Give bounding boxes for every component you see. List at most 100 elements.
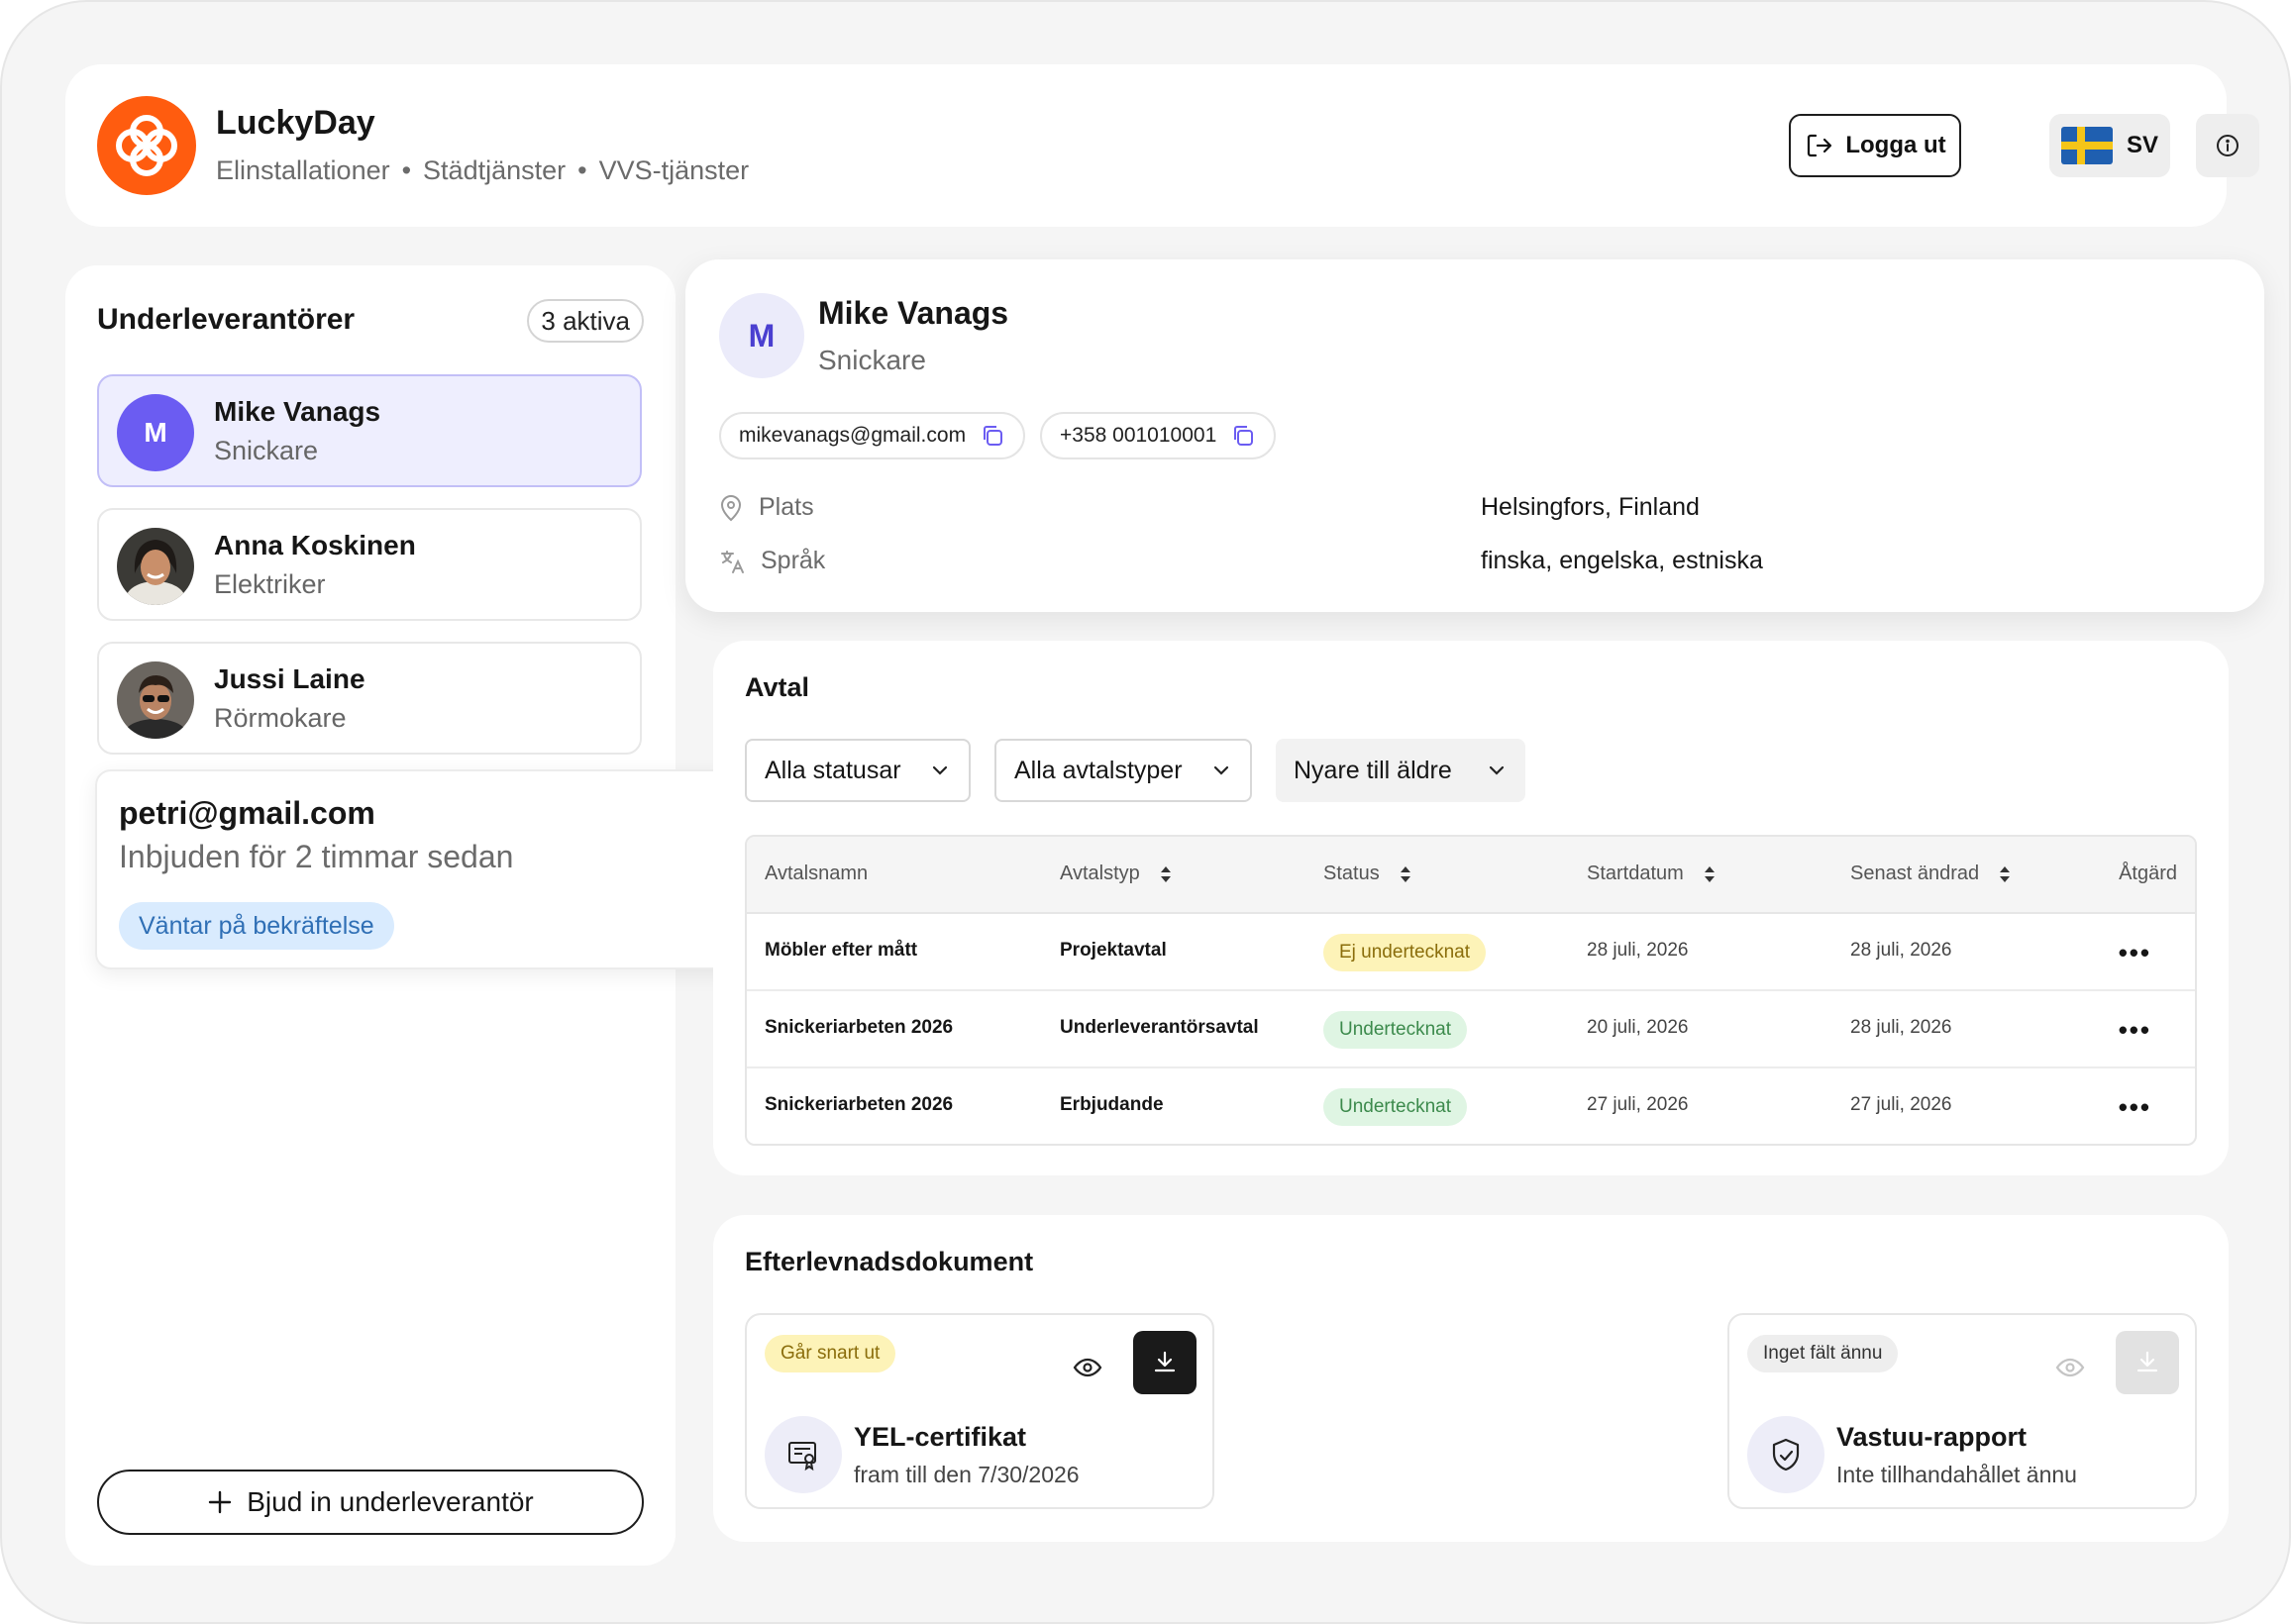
start-date: 20 juli, 2026: [1587, 1017, 1689, 1038]
app-frame: LuckyDay Elinstallationer • Städtjänster • V…: [0, 0, 2291, 1624]
agreement-name: Snickeriarbeten 2026: [765, 1017, 954, 1038]
email-chip[interactable]: mikevanags@gmail.com: [719, 412, 1026, 459]
start-date: 28 juli, 2026: [1587, 940, 1689, 961]
column-header[interactable]: Senast ändrad: [1850, 863, 2011, 885]
document-card-vastuu: Inget fält ännu Vastuu-rapport Inte till…: [1727, 1313, 2197, 1509]
download-icon: [2136, 1351, 2158, 1372]
chevron-down-icon: [932, 765, 948, 775]
column-header[interactable]: Status: [1323, 863, 1411, 885]
agreement-name: Möbler efter mått: [765, 940, 918, 961]
service-item: Städtjänster: [423, 155, 567, 185]
profile-role: Snickare: [818, 345, 926, 375]
status-filter[interactable]: Alla statusar: [745, 739, 971, 802]
download-icon: [1154, 1351, 1176, 1372]
sidebar-item-anna-koskinen[interactable]: Anna Koskinen Elektriker: [97, 508, 642, 621]
plus-icon: [209, 1490, 232, 1514]
eye-icon[interactable]: [1072, 1353, 1103, 1382]
copy-icon[interactable]: [1230, 423, 1256, 449]
column-header[interactable]: Avtalstyp: [1060, 863, 1172, 885]
column-header[interactable]: Startdatum: [1587, 863, 1716, 885]
chevron-down-icon: [1213, 765, 1229, 775]
active-count-badge: 3 aktiva: [527, 299, 644, 343]
sidebar-item-mike-vanags[interactable]: M Mike Vanags Snickare: [97, 374, 642, 487]
agreement-name: Snickeriarbeten 2026: [765, 1094, 954, 1115]
status-badge: Går snart ut: [765, 1335, 896, 1372]
profile-card: M Mike Vanags Snickare mikevanags@gmail.…: [685, 259, 2264, 612]
avatar: [117, 661, 194, 739]
translate-icon: [721, 550, 744, 573]
avatar: M: [117, 394, 194, 471]
language-label: Språk: [761, 547, 826, 574]
service-item: VVS-tjänster: [598, 155, 750, 185]
sort-icon[interactable]: [1400, 865, 1411, 883]
invite-subcontractor-button[interactable]: Bjud in underleverantör: [97, 1470, 644, 1535]
row-actions-button[interactable]: •••: [2119, 1015, 2151, 1046]
agreement-type: Underleverantörsavtal: [1060, 1017, 1259, 1038]
table-row[interactable]: Snickeriarbeten 2026 Erbjudande Undertec…: [747, 1068, 2195, 1144]
table-row[interactable]: Möbler efter mått Projektavtal Ej undert…: [747, 914, 2195, 991]
service-item: Elinstallationer: [216, 155, 390, 185]
sort-value: Nyare till äldre: [1294, 756, 1452, 784]
compliance-section: Efterlevnadsdokument Går snart ut YEL-ce…: [713, 1215, 2229, 1542]
sort-icon[interactable]: [1704, 865, 1716, 883]
separator: •: [401, 155, 412, 185]
document-subtitle: Inte tillhandahållet ännu: [1836, 1462, 2077, 1487]
profile-name: Mike Vanags: [818, 295, 1009, 331]
invite-email: petri@gmail.com: [119, 795, 375, 831]
modified-date: 27 juli, 2026: [1850, 1094, 1952, 1115]
download-button[interactable]: [1133, 1331, 1197, 1394]
column-header: Avtalsnamn: [765, 863, 869, 884]
status-badge: Inget fält ännu: [1747, 1335, 1899, 1372]
language-selector[interactable]: SV: [2049, 114, 2170, 177]
invite-time: Inbjuden för 2 timmar sedan: [119, 839, 514, 874]
pending-invite-card[interactable]: petri@gmail.com Inbjuden för 2 timmar se…: [95, 769, 741, 969]
document-subtitle: fram till den 7/30/2026: [854, 1462, 1080, 1487]
row-actions-button[interactable]: •••: [2119, 1092, 2151, 1123]
person-name: Anna Koskinen: [214, 530, 416, 560]
agreement-type: Projektavtal: [1060, 940, 1167, 961]
table-header: Avtalsnamn Avtalstyp Status Startdatum S…: [747, 837, 2195, 914]
map-pin-icon: [720, 494, 742, 521]
sidebar-item-jussi-laine[interactable]: Jussi Laine Rörmokare: [97, 642, 642, 755]
download-button-disabled: [2116, 1331, 2179, 1394]
status-badge: Ej undertecknat: [1323, 934, 1487, 971]
brand-services: Elinstallationer • Städtjänster • VVS-tjänst…: [216, 155, 749, 186]
start-date: 27 juli, 2026: [1587, 1094, 1689, 1115]
swedish-flag-icon: [2060, 127, 2113, 164]
section-title: Efterlevnadsdokument: [745, 1247, 1034, 1276]
section-title: Avtal: [745, 672, 810, 702]
person-name: Jussi Laine: [214, 663, 365, 694]
sort-icon[interactable]: [1160, 865, 1172, 883]
sidebar-title: Underleverantörer: [97, 303, 356, 336]
person-role: Snickare: [214, 436, 319, 465]
separator: •: [577, 155, 587, 185]
type-filter-value: Alla avtalstyper: [1014, 756, 1183, 784]
sort-icon[interactable]: [1999, 865, 2011, 883]
phone-value: +358 001010001: [1060, 424, 1217, 447]
column-header: Åtgärd: [2119, 863, 2177, 884]
logout-button[interactable]: Logga ut: [1789, 114, 1961, 177]
row-actions-button[interactable]: •••: [2119, 938, 2151, 968]
phone-chip[interactable]: +358 001010001: [1040, 412, 1277, 459]
logout-label: Logga ut: [1845, 132, 1946, 158]
agreement-type: Erbjudande: [1060, 1094, 1164, 1115]
status-badge: Undertecknat: [1323, 1011, 1468, 1049]
status-filter-value: Alla statusar: [765, 756, 901, 784]
language-row: Språk: [719, 547, 825, 575]
table-row[interactable]: Snickeriarbeten 2026 Underleverantörsavt…: [747, 991, 2195, 1068]
modified-date: 28 juli, 2026: [1850, 1017, 1952, 1038]
type-filter[interactable]: Alla avtalstyper: [994, 739, 1252, 802]
person-role: Elektriker: [214, 569, 326, 599]
clover-logo-icon: [97, 96, 196, 195]
sort-dropdown[interactable]: Nyare till äldre: [1276, 739, 1525, 802]
status-badge: Väntar på bekräftelse: [119, 902, 394, 950]
avatar: [117, 528, 194, 605]
shield-icon: [1747, 1416, 1824, 1493]
language-value: finska, engelska, estniska: [1481, 547, 1763, 574]
document-card-yel: Går snart ut YEL-certifikat fram till de…: [745, 1313, 1214, 1509]
agreements-table: Avtalsnamn Avtalstyp Status Startdatum S…: [745, 835, 2197, 1146]
copy-icon[interactable]: [980, 423, 1005, 449]
info-button[interactable]: [2196, 114, 2259, 177]
info-icon: [2217, 135, 2239, 156]
header: LuckyDay Elinstallationer • Städtjänster • V…: [65, 64, 2259, 227]
